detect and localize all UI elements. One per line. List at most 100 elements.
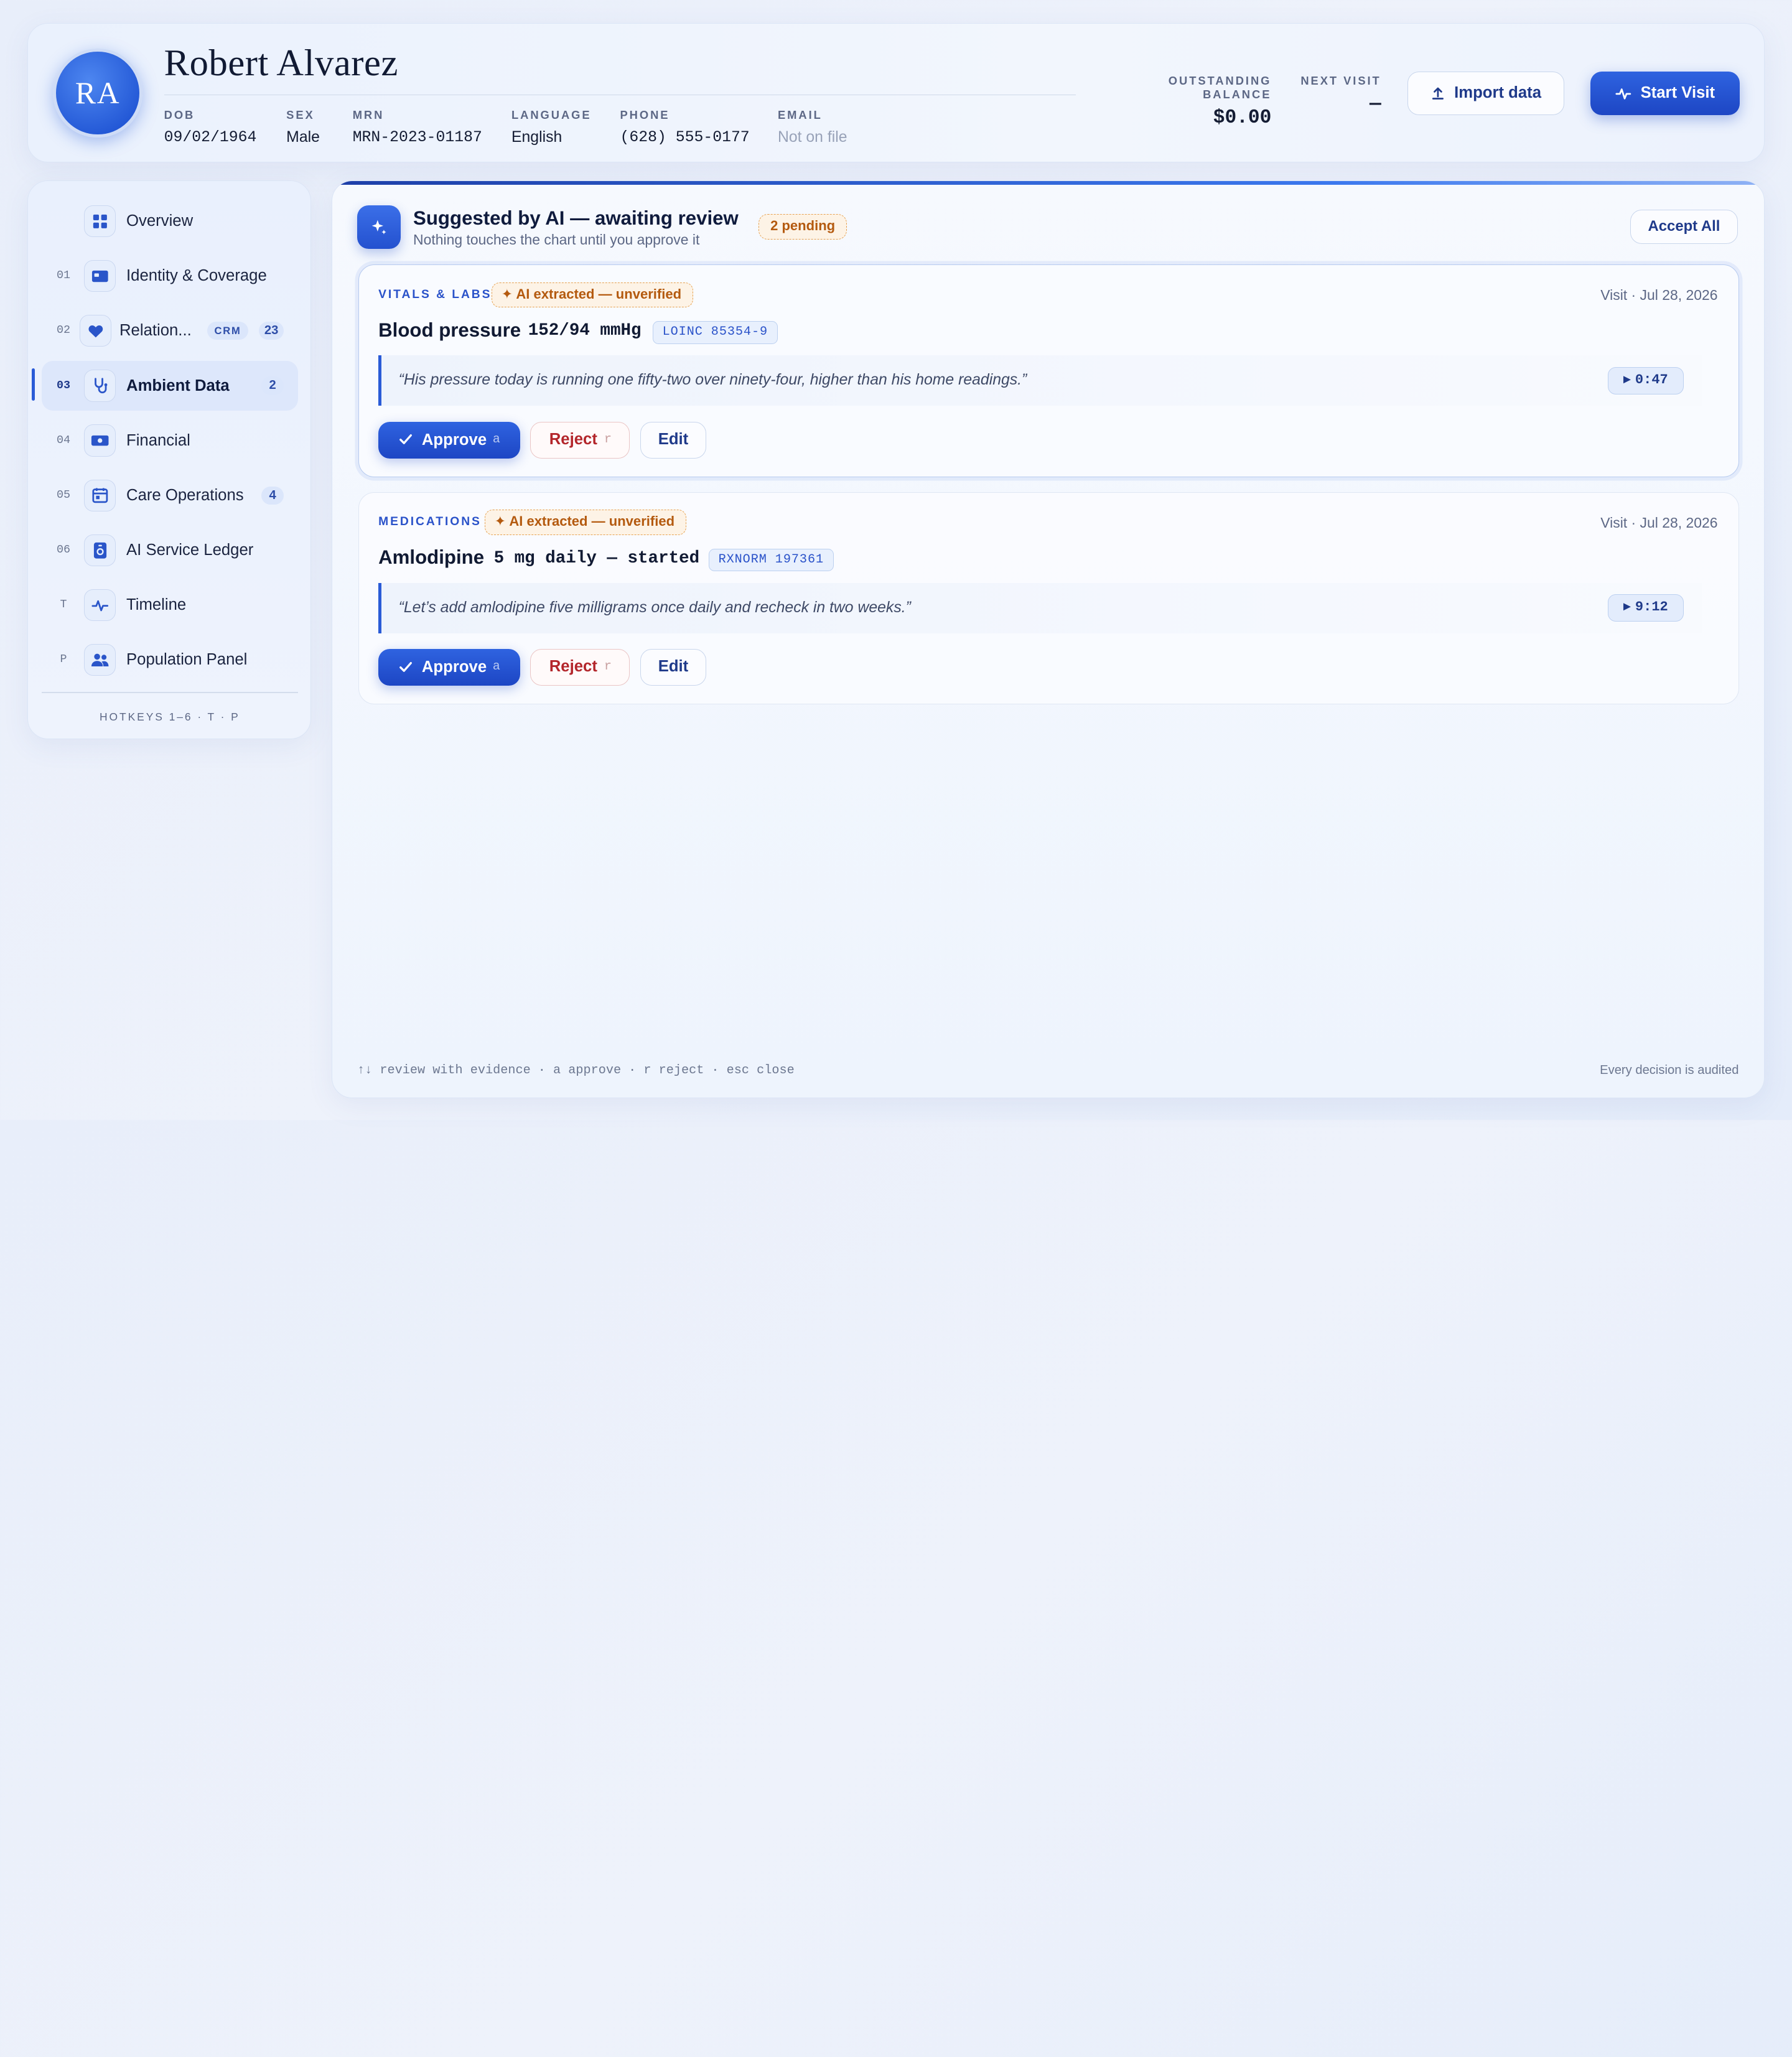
loinc-code-badge: LOINC 85354-9	[652, 321, 778, 344]
sidebar-item-label: Timeline	[126, 596, 187, 614]
nav-hotkey: 01	[56, 269, 71, 282]
sidebar-item-care-operations[interactable]: 05 Care Operations 4	[42, 470, 297, 521]
edit-button[interactable]: Edit	[640, 421, 707, 459]
reject-hotkey: r	[604, 432, 612, 447]
pending-badge: 2 pending	[758, 214, 847, 240]
ai-extracted-badge: ✦ AI extracted — unverified	[484, 510, 687, 535]
quote-text: “Let’s add amlodipine five milligrams on…	[398, 599, 911, 616]
language-value: English	[511, 128, 562, 146]
mrn-value: MRN-2023-01187	[352, 128, 482, 146]
play-icon: ▶	[1623, 375, 1631, 385]
phone-field: PHONE (628) 555-0177	[620, 108, 749, 146]
sidebar-item-overview[interactable]: Overview	[42, 196, 297, 246]
balance-value: $0.00	[1213, 106, 1272, 129]
stethoscope-icon	[84, 370, 116, 402]
sidebar-item-label: Population Panel	[126, 651, 248, 669]
sex-field: SEX Male	[286, 108, 320, 146]
sex-label: SEX	[286, 108, 315, 121]
patient-name: Robert Alvarez	[164, 42, 398, 85]
evidence-quote: “Let’s add amlodipine five milligrams on…	[378, 582, 1702, 633]
visit-date: Visit · Jul 28, 2026	[1600, 287, 1718, 304]
upload-icon	[1432, 87, 1444, 100]
sidebar-item-label: Identity & Coverage	[126, 267, 267, 285]
suggestion-card-blood-pressure[interactable]: VITALS & LABS ✦ AI extracted — unverifie…	[358, 264, 1739, 477]
language-field: LANGUAGE English	[511, 108, 592, 146]
active-indicator	[31, 368, 35, 401]
outstanding-balance: OUTSTANDING BALANCE $0.00	[1098, 74, 1272, 129]
reject-button[interactable]: Reject r	[530, 421, 630, 459]
nav-hotkey: T	[60, 598, 67, 612]
sidebar-nav: Overview 01 Identity & Coverage 02 Relat…	[27, 180, 311, 740]
sidebar-item-label: Financial	[126, 431, 190, 449]
import-data-label: Import data	[1454, 84, 1542, 102]
sidebar-item-population-panel[interactable]: P Population Panel	[42, 635, 297, 685]
hotkeys-hint: HOTKEYS 1–6 · T · P	[99, 710, 240, 723]
count-badge: 2	[261, 376, 284, 395]
ai-extracted-badge: ✦ AI extracted — unverified	[491, 282, 694, 308]
dob-field: DOB 09/02/1964	[164, 108, 257, 146]
play-evidence-button[interactable]: ▶ 9:12	[1608, 594, 1684, 622]
pulse-icon	[1615, 88, 1631, 100]
item-value: 5 mg daily — started	[493, 548, 700, 568]
reject-button[interactable]: Reject r	[530, 649, 630, 686]
item-value: 152/94 mmHg	[528, 321, 642, 341]
reject-hotkey: r	[604, 660, 612, 674]
nav-hotkey: 02	[56, 324, 71, 337]
check-icon	[399, 434, 413, 445]
divider	[42, 692, 298, 694]
sidebar-item-ambient-data[interactable]: 03 Ambient Data 2	[42, 360, 298, 411]
edit-button[interactable]: Edit	[640, 649, 707, 686]
avatar: RA	[53, 49, 142, 138]
next-visit-label: NEXT VISIT	[1300, 73, 1381, 87]
sidebar-item-timeline[interactable]: T Timeline	[42, 580, 297, 630]
sparkle-icon: ✦	[494, 513, 506, 529]
sidebar-item-financial[interactable]: 04 Financial	[42, 416, 297, 466]
sidebar-item-label: Ambient Data	[126, 376, 230, 394]
email-field: EMAIL Not on file	[778, 108, 847, 146]
nav-hotkey: 03	[56, 378, 71, 392]
grid-icon	[84, 205, 116, 238]
people-icon	[84, 644, 116, 676]
nav-hotkey: P	[60, 653, 67, 666]
email-label: EMAIL	[777, 108, 823, 121]
play-evidence-button[interactable]: ▶ 0:47	[1608, 366, 1684, 394]
patient-chart-page: RA Robert Alvarez DOB 09/02/1964 SEX Mal…	[0, 0, 1792, 1120]
calendar-icon	[84, 479, 116, 511]
timestamp: 9:12	[1635, 599, 1668, 615]
review-subtitle: Nothing touches the chart until you appr…	[413, 231, 700, 248]
ai-extracted-label: AI extracted — unverified	[509, 513, 675, 529]
next-visit-value: —	[1369, 93, 1381, 115]
mrn-label: MRN	[352, 108, 385, 121]
ai-review-panel: Suggested by AI — awaiting review Nothin…	[331, 180, 1765, 1099]
panel-accent-bar	[332, 181, 1764, 185]
sidebar-item-relationships[interactable]: 02 Relation... CRM 23	[42, 306, 297, 356]
nav-hotkey: 05	[56, 488, 71, 501]
approve-button[interactable]: Approve a	[378, 421, 520, 459]
sidebar-item-identity-coverage[interactable]: 01 Identity & Coverage	[42, 251, 297, 301]
reject-label: Reject	[549, 658, 597, 676]
accept-all-button[interactable]: Accept All	[1630, 210, 1738, 245]
approve-button[interactable]: Approve a	[378, 649, 520, 686]
keyboard-hint: ↑↓ review with evidence · a approve · r …	[357, 1063, 795, 1078]
category-label: MEDICATIONS	[378, 515, 482, 529]
divider	[164, 94, 1076, 96]
dob-value: 09/02/1964	[164, 128, 257, 146]
count-badge: 23	[258, 322, 284, 340]
id-card-icon	[84, 259, 116, 292]
sidebar-item-ai-service-ledger[interactable]: 06 AI Service Ledger	[42, 525, 297, 576]
import-data-button[interactable]: Import data	[1407, 71, 1564, 115]
next-visit: NEXT VISIT —	[1297, 74, 1381, 115]
dob-label: DOB	[164, 108, 195, 121]
visit-date: Visit · Jul 28, 2026	[1600, 514, 1718, 531]
ai-extracted-label: AI extracted — unverified	[516, 286, 682, 302]
sidebar-item-label: Relation...	[119, 322, 192, 340]
approve-hotkey: a	[492, 432, 500, 447]
start-visit-button[interactable]: Start Visit	[1590, 71, 1740, 115]
category-label: VITALS & LABS	[378, 287, 492, 301]
email-value: Not on file	[777, 128, 847, 146]
audit-note: Every decision is audited	[1600, 1063, 1739, 1078]
item-name: Amlodipine	[378, 546, 485, 569]
evidence-quote: “His pressure today is running one fifty…	[378, 355, 1702, 406]
sex-value: Male	[286, 128, 320, 146]
suggestion-card-amlodipine[interactable]: MEDICATIONS ✦ AI extracted — unverified …	[358, 492, 1739, 705]
